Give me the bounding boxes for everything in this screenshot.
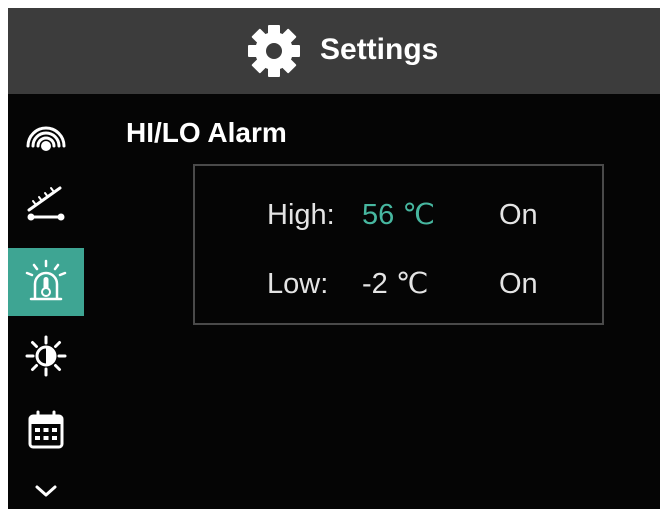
sidebar-item-alarm[interactable] [8, 248, 84, 316]
high-state[interactable]: On [499, 198, 538, 232]
gear-icon [248, 25, 300, 77]
low-state[interactable]: On [499, 267, 538, 301]
high-value[interactable]: 56 ℃ [362, 198, 435, 232]
brightness-icon [25, 335, 67, 377]
chevron-down-icon [35, 485, 57, 497]
page-title: HI/LO Alarm [126, 117, 287, 148]
settings-screen: Settings HI/LO Alarm High: 56 ℃ On Low: … [8, 8, 660, 509]
wireless-signal-icon [26, 126, 66, 151]
high-label: High: [267, 199, 335, 231]
sidebar-item-calendar[interactable] [8, 396, 84, 464]
low-label: Low: [267, 268, 329, 300]
calendar-icon [28, 410, 64, 449]
header-title: Settings [320, 33, 439, 66]
sidebar-item-signal[interactable] [8, 100, 84, 168]
alarm-thermometer-icon [25, 259, 67, 301]
sidebar-item-brightness[interactable] [8, 322, 84, 390]
header-bar: Settings [8, 8, 660, 94]
low-value[interactable]: -2 ℃ [362, 267, 428, 301]
probe-calibration-icon [27, 186, 65, 221]
sidebar-item-probe[interactable] [8, 168, 84, 236]
sidebar-more-button[interactable] [8, 474, 84, 508]
